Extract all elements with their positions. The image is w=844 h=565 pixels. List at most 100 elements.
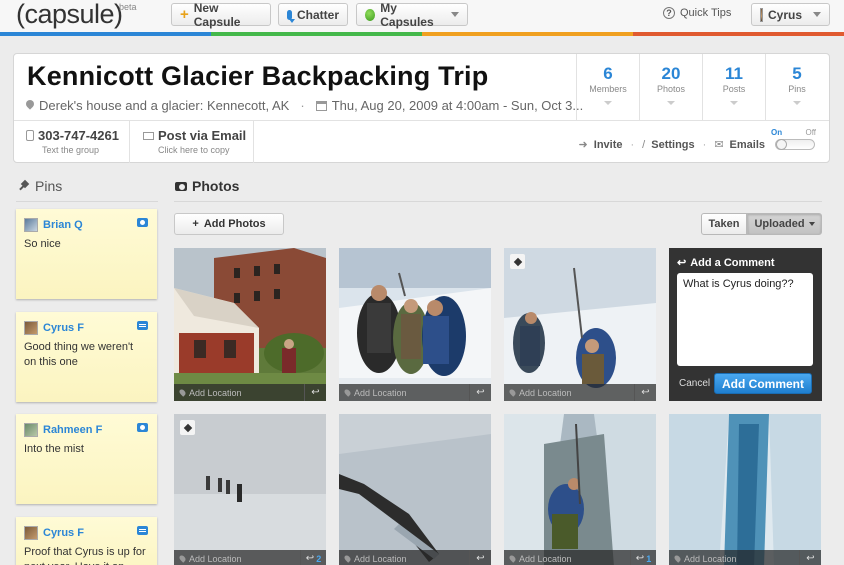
toggle-knob[interactable] — [776, 139, 787, 150]
add-comment-title: ↩ Add a Comment — [677, 256, 775, 270]
photo-tile[interactable]: Add Location ↩ 2 — [174, 414, 326, 565]
comment-icon — [137, 321, 148, 330]
stat-number: 5 — [792, 64, 802, 83]
pin-text: Good thing we weren't on this one — [24, 341, 134, 368]
add-location-button[interactable]: Add Location — [339, 388, 469, 398]
new-capsule-label: New Capsule — [193, 0, 241, 29]
pin-note[interactable]: Rahmeen F Into the mist — [16, 414, 157, 504]
add-location-button[interactable]: Add Location — [339, 554, 469, 564]
email-title: Post via Email — [158, 128, 247, 143]
reply-icon[interactable]: ↩ — [469, 384, 491, 401]
cancel-comment-link[interactable]: Cancel — [679, 378, 710, 389]
pinned-icon[interactable] — [180, 420, 195, 435]
pin-author[interactable]: Brian Q — [24, 218, 83, 232]
comment-input[interactable] — [677, 273, 813, 366]
photo-image — [669, 414, 821, 565]
stat-label: Members — [589, 84, 627, 94]
settings-link[interactable]: Settings — [651, 139, 694, 151]
pin-note[interactable]: Cyrus F Proof that Cyrus is up for next … — [16, 517, 157, 565]
reply-icon[interactable]: ↩ — [304, 384, 326, 401]
add-location-button[interactable]: Add Location — [504, 554, 630, 564]
avatar — [24, 218, 38, 232]
avatar — [24, 526, 38, 540]
add-location-label: Add Location — [519, 387, 572, 398]
reply-icon[interactable]: ↩ — [799, 550, 821, 565]
add-location-label: Add Location — [684, 553, 737, 564]
reply-icon: ↩ — [677, 257, 687, 269]
stat-photos[interactable]: 20 Photos — [639, 54, 702, 120]
pin-author[interactable]: Rahmeen F — [24, 423, 102, 437]
stat-pins[interactable]: 5 Pins — [765, 54, 828, 120]
pin-note[interactable]: Brian Q So nice — [16, 209, 157, 299]
stat-label: Pins — [788, 84, 806, 94]
sort-taken-label: Taken — [708, 218, 740, 230]
photo-tile[interactable]: Add Location ↩ — [174, 248, 326, 401]
add-comment-button[interactable]: Add Comment — [714, 373, 812, 394]
pin-note[interactable]: Cyrus F Good thing we weren't on this on… — [16, 312, 157, 402]
capsule-location: Derek's house and a glacier: Kennecott, … — [39, 98, 290, 113]
reply-icon[interactable]: ↩ — [634, 384, 656, 401]
add-location-button[interactable]: Add Location — [504, 388, 634, 398]
plus-icon: + — [192, 218, 199, 230]
add-comment-panel: ↩ Add a Comment Cancel Add Comment — [669, 248, 822, 401]
photo-image — [339, 414, 491, 565]
chat-bubble-icon — [287, 9, 295, 23]
strip-segment — [633, 32, 844, 36]
photo-tile[interactable]: Add Location ↩ — [339, 414, 491, 565]
reply-icon[interactable]: ↩ 1 — [630, 550, 656, 565]
separator: · — [630, 138, 635, 151]
pin-author[interactable]: Cyrus F — [24, 526, 84, 540]
photo-tile[interactable]: Add Location ↩ — [339, 248, 491, 401]
pins-heading: Pins — [19, 178, 62, 194]
add-photos-button[interactable]: + Add Photos — [174, 213, 284, 235]
photo-image — [174, 248, 326, 401]
pin-text: Proof that Cyrus is up for next year. Ha… — [24, 546, 146, 565]
add-location-button[interactable]: Add Location — [174, 388, 304, 398]
photo-tile[interactable]: Add Location ↩ 1 — [504, 414, 656, 565]
post-via-email[interactable]: Post via Email Click here to copy — [130, 121, 254, 163]
sort-taken-button[interactable]: Taken — [701, 213, 747, 235]
add-location-button[interactable]: Add Location — [174, 554, 300, 564]
my-capsules-dropdown[interactable]: My Capsules — [356, 1, 468, 29]
stat-label: Posts — [722, 84, 746, 94]
pin-author-name: Cyrus F — [43, 527, 84, 539]
wrench-icon: / — [642, 138, 646, 151]
email-row: Post via Email — [143, 128, 246, 143]
pushpin-icon — [19, 181, 29, 191]
quick-tips-link[interactable]: ? Quick Tips — [663, 7, 731, 19]
invite-link[interactable]: Invite — [594, 139, 623, 151]
photo-tile[interactable]: Add Location ↩ — [504, 248, 656, 401]
divider — [16, 201, 158, 202]
pin-author[interactable]: Cyrus F — [24, 321, 84, 335]
user-avatar — [760, 7, 763, 22]
stat-label: Photos — [656, 84, 686, 94]
reply-icon[interactable]: ↩ — [469, 550, 491, 565]
capsule-header: Kennicott Glacier Backpacking Trip Derek… — [13, 53, 830, 163]
add-location-button[interactable]: Add Location — [669, 554, 799, 564]
chatter-button[interactable]: Chatter — [278, 3, 348, 26]
envelope-icon: ✉ — [714, 139, 724, 151]
sort-uploaded-dropdown[interactable]: Uploaded — [747, 213, 822, 235]
new-capsule-button[interactable]: + New Capsule — [171, 0, 271, 29]
photo-image — [504, 414, 656, 565]
pin-text: So nice — [24, 238, 61, 250]
chevron-down-icon — [451, 12, 459, 17]
capsule-contact-row: 303-747-4261 Text the group Post via Ema… — [14, 120, 829, 163]
stat-posts[interactable]: 11 Posts — [702, 54, 765, 120]
location-pin-icon — [343, 388, 352, 397]
capsule-logo[interactable]: (capsule) — [16, 0, 123, 30]
stat-members[interactable]: 6 Members — [576, 54, 639, 120]
location-pin-icon — [673, 554, 682, 563]
photo-toolbar: Add Location ↩ 1 — [504, 550, 656, 565]
user-menu-button[interactable]: Cyrus — [751, 3, 830, 26]
photo-tile[interactable]: Add Location ↩ — [669, 414, 821, 565]
pin-author-name: Cyrus F — [43, 322, 84, 334]
group-phone[interactable]: 303-747-4261 Text the group — [14, 121, 130, 163]
reply-icon[interactable]: ↩ 2 — [300, 550, 326, 565]
location-pin-icon — [178, 388, 187, 397]
pinned-icon[interactable] — [510, 254, 525, 269]
strip-segment — [211, 32, 422, 36]
capsule-dates: Thu, Aug 20, 2009 at 4:00am - Sun, Oct 3… — [331, 98, 584, 113]
emails-toggle[interactable] — [775, 139, 815, 150]
phone-number: 303-747-4261 — [38, 128, 119, 143]
